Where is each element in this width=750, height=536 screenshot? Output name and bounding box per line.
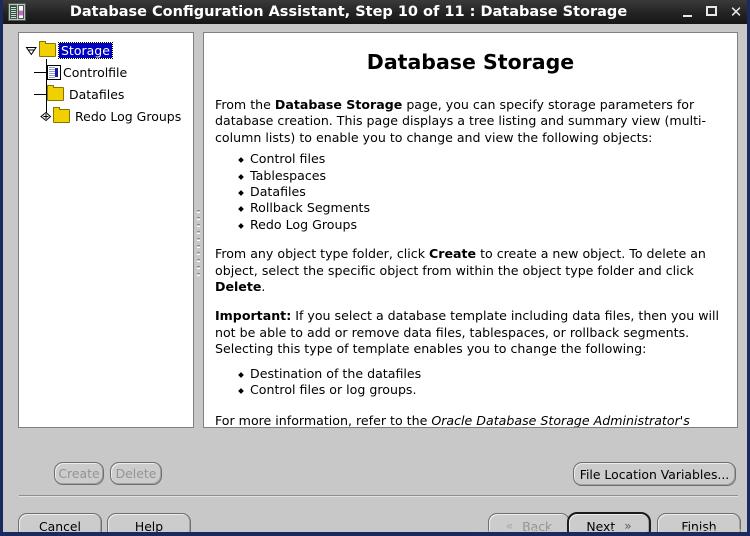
next-button-label: Next [586, 518, 616, 534]
list-item: Control files [250, 151, 737, 167]
important-label: Important: [215, 308, 292, 324]
moreinfo-pre: For more information, refer to the [215, 412, 432, 428]
file-location-variables-label: File Location Variables... [579, 466, 730, 482]
intro-paragraph: From the Database Storage page, you can … [204, 97, 737, 146]
next-button[interactable]: Next » [567, 512, 651, 534]
minus-handle-icon[interactable] [25, 44, 38, 57]
delete-button[interactable]: Delete [110, 462, 162, 485]
oracle-dbca-icon [8, 3, 26, 21]
create-button[interactable]: Create [54, 462, 104, 485]
plus-handle-icon[interactable] [39, 110, 52, 123]
window-client-area: Storage Controlfile Datafiles Redo Log G… [6, 24, 747, 532]
tree-node-controlfile[interactable]: Controlfile [25, 61, 193, 83]
tree-branch-line [34, 94, 46, 95]
intro-bold: Database Storage [274, 97, 403, 112]
back-button-label: Back [522, 518, 553, 534]
delete-button-label: Delete [115, 466, 157, 481]
storage-tree-panel[interactable]: Storage Controlfile Datafiles Redo Log G… [18, 32, 194, 428]
tree-node-redo-log-groups[interactable]: Redo Log Groups [25, 105, 193, 127]
maximize-icon[interactable] [705, 5, 719, 19]
create-button-label: Create [58, 466, 100, 481]
back-button[interactable]: « Back [488, 513, 570, 534]
finish-button-label: Finish [681, 518, 717, 534]
list-item: Redo Log Groups [250, 217, 737, 233]
cd-bold-delete: Delete [215, 279, 262, 295]
folder-icon [39, 41, 56, 57]
create-delete-paragraph: From any object type folder, click Creat… [204, 246, 737, 295]
chevron-left-double-icon: « [505, 519, 514, 533]
folder-icon [47, 85, 64, 101]
tree-node-storage[interactable]: Storage [25, 39, 193, 61]
folder-icon [53, 107, 70, 123]
footer-divider [19, 495, 738, 497]
tree-node-label: Controlfile [63, 64, 128, 80]
important-text: If you select a database template includ… [215, 308, 719, 357]
minimize-icon[interactable] [681, 5, 695, 19]
finish-button[interactable]: Finish [657, 513, 741, 534]
list-item: Datafiles [250, 184, 737, 200]
split-pane-divider[interactable] [194, 32, 203, 428]
chevron-right-double-icon: » [624, 519, 632, 533]
window-controls: ✕ [681, 4, 743, 19]
close-icon[interactable]: ✕ [729, 4, 743, 19]
cd-pre: From any object type folder, click [215, 246, 430, 262]
cd-post: . [261, 279, 266, 295]
tree-node-label: Datafiles [69, 86, 125, 102]
storage-tree: Storage Controlfile Datafiles Redo Log G… [25, 39, 193, 127]
tree-branch-line [34, 72, 46, 73]
window-title: Database Configuration Assistant, Step 1… [69, 4, 628, 20]
tree-node-label: Storage [58, 41, 113, 59]
list-item: Control files or log groups. [250, 382, 737, 398]
list-item: Destination of the datafiles [250, 366, 737, 382]
important-paragraph: Important: If you select a database temp… [204, 308, 737, 357]
help-button-label: Help [134, 518, 164, 534]
tree-node-datafiles[interactable]: Datafiles [25, 83, 193, 105]
list-item: Tablespaces [250, 168, 737, 184]
object-types-list: Control files Tablespaces Datafiles Roll… [204, 151, 737, 233]
file-location-variables-button[interactable]: File Location Variables... [573, 462, 736, 486]
help-button[interactable]: Help [107, 513, 191, 534]
help-content-panel: Database Storage From the Database Stora… [203, 32, 738, 428]
dbca-window: Database Configuration Assistant, Step 1… [0, 0, 750, 536]
page-title: Database Storage [366, 50, 575, 74]
changeable-items-list: Destination of the datafiles Control fil… [204, 366, 737, 399]
controlfile-document-icon [47, 64, 61, 80]
tree-node-label: Redo Log Groups [75, 108, 182, 124]
cancel-button[interactable]: Cancel [18, 513, 102, 534]
split-pane-grip-icon[interactable] [197, 210, 200, 280]
cd-bold-create: Create [429, 246, 477, 262]
title-bar: Database Configuration Assistant, Step 1… [3, 0, 747, 24]
cancel-button-label: Cancel [39, 518, 81, 534]
more-info-paragraph: For more information, refer to the Oracl… [204, 412, 737, 428]
intro-pre: From the [215, 97, 275, 112]
list-item: Rollback Segments [250, 200, 737, 216]
